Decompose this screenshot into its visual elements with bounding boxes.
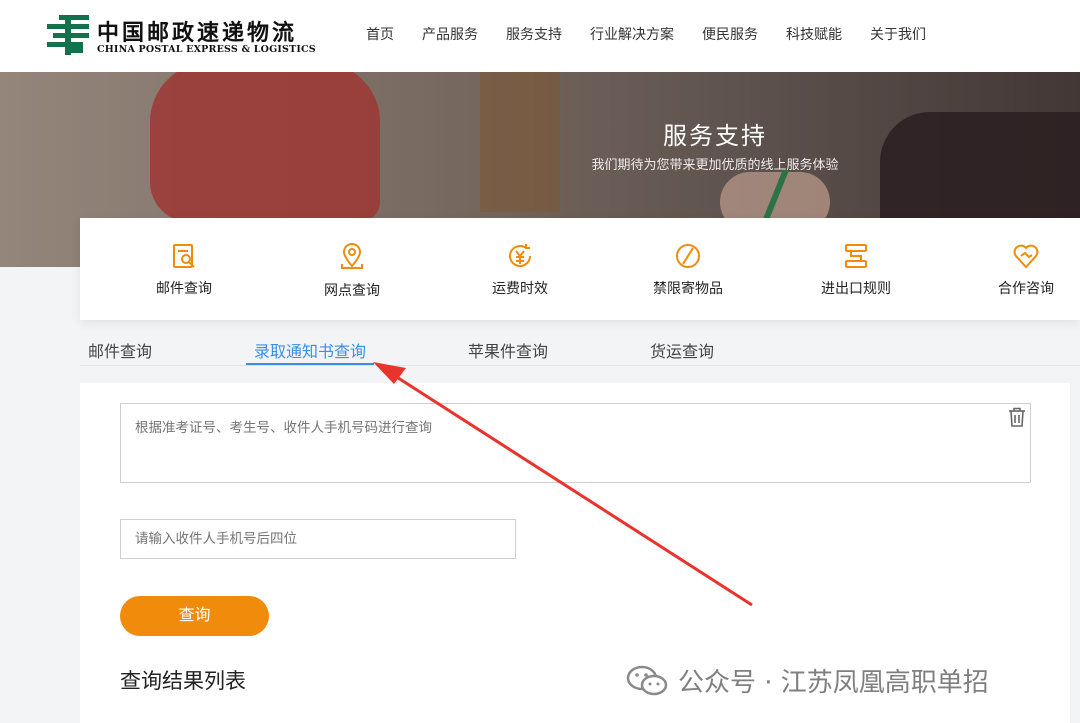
trash-icon[interactable] xyxy=(1008,407,1026,427)
nav-home[interactable]: 首页 xyxy=(352,24,408,46)
service-label: 运费时效 xyxy=(492,281,548,297)
service-outlet-query[interactable]: 网点查询 xyxy=(292,242,412,300)
import-export-icon xyxy=(845,244,867,268)
service-label: 合作咨询 xyxy=(998,281,1054,297)
query-submit-button[interactable]: 查询 xyxy=(120,596,269,636)
active-tab-indicator xyxy=(246,363,374,365)
service-shortcuts: 邮件查询 网点查询 运费时效 禁限寄物品 进出口规则 合作咨询 xyxy=(80,218,1080,320)
nav-solutions[interactable]: 行业解决方案 xyxy=(576,24,688,46)
yen-clock-icon xyxy=(509,244,531,267)
tab-admission-letter-query[interactable]: 录取通知书查询 xyxy=(254,338,366,362)
prohibited-icon xyxy=(676,244,700,268)
nav-support[interactable]: 服务支持 xyxy=(492,24,576,46)
service-import-export[interactable]: 进出口规则 xyxy=(796,242,916,298)
tab-freight-query[interactable]: 货运查询 xyxy=(650,338,714,362)
service-label: 网点查询 xyxy=(324,283,380,299)
tracking-query-textarea[interactable] xyxy=(120,403,1031,483)
logo-chinese-text: 中国邮政速递物流 xyxy=(97,20,298,46)
banner-subtitle: 我们期待为您带来更加优质的线上服务体验 xyxy=(591,158,839,173)
nav-about[interactable]: 关于我们 xyxy=(856,24,940,46)
mail-search-icon xyxy=(173,244,195,268)
main-nav: 首页 产品服务 服务支持 行业解决方案 便民服务 科技赋能 关于我们 xyxy=(352,24,940,46)
service-label: 邮件查询 xyxy=(156,281,212,297)
query-tabs: 邮件查询 录取通知书查询 苹果件查询 货运查询 xyxy=(80,330,1080,366)
site-header: 中国邮政速递物流 CHINA POSTAL EXPRESS & LOGISTIC… xyxy=(0,0,1080,72)
result-list-title: 查询结果列表 xyxy=(120,669,246,693)
china-post-logo[interactable]: 中国邮政速递物流 CHINA POSTAL EXPRESS & LOGISTIC… xyxy=(45,13,316,59)
service-mail-query[interactable]: 邮件查询 xyxy=(124,242,244,298)
handshake-heart-icon xyxy=(1013,244,1039,269)
wechat-icon xyxy=(626,665,668,695)
nav-products[interactable]: 产品服务 xyxy=(408,24,492,46)
wechat-watermark: 公众号 · 江苏凤凰高职单招 xyxy=(626,662,989,699)
location-pin-icon xyxy=(341,243,363,269)
china-post-logo-icon xyxy=(47,15,89,55)
nav-technology[interactable]: 科技赋能 xyxy=(772,24,856,46)
service-label: 进出口规则 xyxy=(821,281,891,297)
service-shipping-time[interactable]: 运费时效 xyxy=(460,242,580,298)
phone-last-four-input[interactable] xyxy=(120,519,516,559)
nav-convenience[interactable]: 便民服务 xyxy=(688,24,772,46)
service-prohibited-items[interactable]: 禁限寄物品 xyxy=(628,242,748,298)
logo-english-text: CHINA POSTAL EXPRESS & LOGISTICS xyxy=(97,44,316,55)
tab-apple-parcel-query[interactable]: 苹果件查询 xyxy=(468,338,548,362)
service-label: 禁限寄物品 xyxy=(653,281,723,297)
watermark-text: 公众号 · 江苏凤凰高职单招 xyxy=(678,668,989,698)
service-cooperation[interactable]: 合作咨询 xyxy=(966,242,1080,298)
tab-mail-query[interactable]: 邮件查询 xyxy=(88,338,152,362)
banner-title: 服务支持 xyxy=(663,122,767,150)
